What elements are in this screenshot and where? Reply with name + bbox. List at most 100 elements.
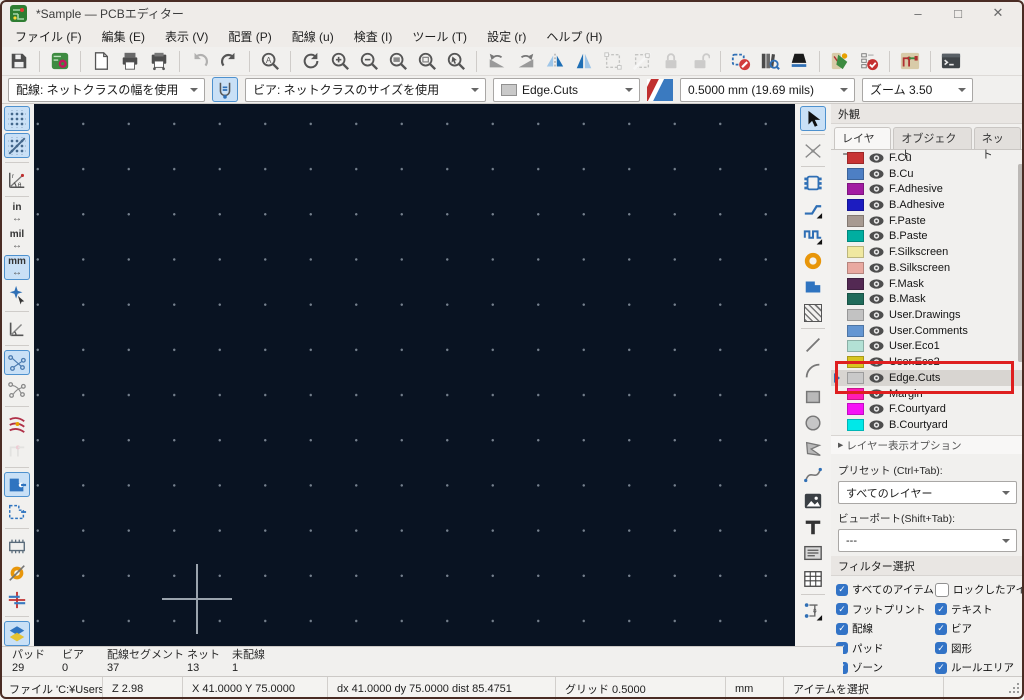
filter-item-6[interactable]: ✓パッド bbox=[836, 641, 935, 656]
menu-item-7[interactable]: 設定 (r) bbox=[477, 26, 536, 47]
via-size-select[interactable]: ビア: ネットクラスのサイズを使用 bbox=[245, 78, 486, 102]
menu-item-0[interactable]: ファイル (F) bbox=[5, 26, 92, 47]
tab-2[interactable]: ネット bbox=[974, 127, 1021, 149]
layer-color-swatch[interactable] bbox=[847, 183, 864, 195]
layer-color-swatch[interactable] bbox=[847, 356, 864, 368]
add-image-tool[interactable] bbox=[800, 488, 826, 513]
layer-row-B.Courtyard[interactable]: B.Courtyard bbox=[831, 417, 1024, 433]
add-footprint-tool[interactable] bbox=[800, 170, 826, 195]
dimension-tool[interactable] bbox=[800, 598, 826, 623]
filter-item-5[interactable]: ✓ビア bbox=[935, 621, 1024, 636]
page-settings-button[interactable] bbox=[88, 49, 114, 74]
rotate-ccw-button[interactable] bbox=[484, 49, 510, 74]
layer-row-B.Cu[interactable]: B.Cu bbox=[831, 166, 1024, 182]
update-pcb-from-schematic-button[interactable] bbox=[827, 49, 853, 74]
menu-item-5[interactable]: 検査 (I) bbox=[344, 26, 403, 47]
layer-row-F.Fab[interactable]: F.Fab bbox=[831, 433, 1024, 435]
filter-item-9[interactable]: ✓ルールエリア bbox=[935, 660, 1024, 675]
ratsnest-curved-toggle[interactable] bbox=[4, 377, 30, 402]
layer-visibility-eye-icon[interactable] bbox=[869, 231, 884, 241]
units-mm-toggle[interactable]: mm↔ bbox=[4, 255, 30, 280]
print-button[interactable] bbox=[117, 49, 143, 74]
sketch-tracks-toggle[interactable] bbox=[4, 587, 30, 612]
rotate-cw-button[interactable] bbox=[513, 49, 539, 74]
add-textbox-tool[interactable] bbox=[800, 540, 826, 565]
units-inches-toggle[interactable]: in↔ bbox=[4, 201, 30, 226]
layer-row-User.Comments[interactable]: User.Comments bbox=[831, 323, 1024, 339]
menu-item-6[interactable]: ツール (T) bbox=[402, 26, 477, 47]
zoom-to-objects-button[interactable] bbox=[414, 49, 440, 74]
layer-color-swatch[interactable] bbox=[847, 325, 864, 337]
layer-row-User.Eco1[interactable]: User.Eco1 bbox=[831, 339, 1024, 355]
layer-color-swatch[interactable] bbox=[847, 152, 864, 164]
polar-coordinates-toggle[interactable]: rθ bbox=[4, 167, 30, 192]
layer-visibility-eye-icon[interactable] bbox=[869, 357, 884, 367]
units-mils-toggle[interactable]: mil↔ bbox=[4, 228, 30, 253]
search-libraries-button[interactable] bbox=[757, 49, 783, 74]
layer-visibility-eye-icon[interactable] bbox=[869, 341, 884, 351]
ratsnest-visibility-toggle[interactable] bbox=[4, 350, 30, 375]
scripting-console-button[interactable] bbox=[938, 49, 964, 74]
draw-line-tool[interactable] bbox=[800, 332, 826, 357]
layer-row-F.Cu[interactable]: F.Cu bbox=[831, 150, 1024, 166]
layer-visibility-eye-icon[interactable] bbox=[869, 263, 884, 273]
layer-color-swatch[interactable] bbox=[847, 262, 864, 274]
layer-row-F.Silkscreen[interactable]: F.Silkscreen bbox=[831, 244, 1024, 260]
black-stamp-button[interactable] bbox=[786, 49, 812, 74]
layer-visibility-eye-icon[interactable] bbox=[869, 310, 884, 320]
draw-rectangle-tool[interactable] bbox=[800, 384, 826, 409]
layer-row-F.Mask[interactable]: F.Mask bbox=[831, 276, 1024, 292]
net-highlight-toggle[interactable] bbox=[4, 438, 30, 463]
layer-pair-indicator[interactable] bbox=[647, 79, 673, 101]
select-tool[interactable] bbox=[800, 106, 826, 131]
flip-horizontal-button[interactable] bbox=[542, 49, 568, 74]
active-layer-select[interactable]: Edge.Cuts bbox=[493, 78, 640, 102]
checkbox-unchecked-icon[interactable] bbox=[935, 583, 949, 597]
ratsnest-lines-toggle[interactable] bbox=[4, 411, 30, 436]
layer-visibility-eye-icon[interactable] bbox=[869, 169, 884, 179]
layer-color-swatch[interactable] bbox=[847, 419, 864, 431]
filter-item-1[interactable]: ロックしたアイテム bbox=[935, 582, 1024, 597]
checkbox-checked-icon[interactable]: ✓ bbox=[836, 603, 848, 615]
layer-color-swatch[interactable] bbox=[847, 246, 864, 258]
route-tracks-tool[interactable] bbox=[800, 196, 826, 221]
layer-row-User.Eco2[interactable]: User.Eco2 bbox=[831, 354, 1024, 370]
checkbox-checked-icon[interactable]: ✓ bbox=[935, 662, 947, 674]
filter-item-7[interactable]: ✓図形 bbox=[935, 641, 1024, 656]
zone-outline-display-toggle[interactable] bbox=[4, 499, 30, 524]
find-button[interactable]: A bbox=[257, 49, 283, 74]
layer-color-swatch[interactable] bbox=[847, 372, 864, 384]
filter-item-8[interactable]: ✓ゾーン bbox=[836, 660, 935, 675]
filter-item-0[interactable]: ✓すべてのアイテム bbox=[836, 582, 935, 597]
mirror-button[interactable] bbox=[571, 49, 597, 74]
add-table-tool[interactable] bbox=[800, 566, 826, 591]
layer-row-B.Paste[interactable]: B.Paste bbox=[831, 229, 1024, 245]
unlock-button[interactable] bbox=[687, 49, 713, 74]
layer-visibility-eye-icon[interactable] bbox=[869, 247, 884, 257]
group-button[interactable] bbox=[600, 49, 626, 74]
layer-color-swatch[interactable] bbox=[847, 309, 864, 321]
close-button[interactable]: ✕ bbox=[978, 0, 1018, 26]
board-setup-button[interactable] bbox=[47, 49, 73, 74]
zoom-fit-button[interactable] bbox=[385, 49, 411, 74]
tune-length-tool[interactable] bbox=[800, 222, 826, 247]
layer-row-F.Courtyard[interactable]: F.Courtyard bbox=[831, 402, 1024, 418]
checkbox-checked-icon[interactable]: ✓ bbox=[935, 642, 947, 654]
layer-color-swatch[interactable] bbox=[847, 278, 864, 290]
layer-row-B.Silkscreen[interactable]: B.Silkscreen bbox=[831, 260, 1024, 276]
layer-visibility-eye-icon[interactable] bbox=[869, 153, 884, 163]
undo-button[interactable] bbox=[187, 49, 213, 74]
add-via-tool[interactable] bbox=[800, 248, 826, 273]
layer-visibility-eye-icon[interactable] bbox=[869, 184, 884, 194]
draw-arc-tool[interactable] bbox=[800, 358, 826, 383]
filter-item-4[interactable]: ✓配線 bbox=[836, 621, 935, 636]
layer-display-options[interactable]: ▸ レイヤー表示オプション bbox=[831, 435, 1024, 454]
layer-color-swatch[interactable] bbox=[847, 199, 864, 211]
filter-item-3[interactable]: ✓テキスト bbox=[935, 602, 1024, 617]
layer-color-swatch[interactable] bbox=[847, 388, 864, 400]
refresh-view-button[interactable] bbox=[298, 49, 324, 74]
maximize-button[interactable]: □ bbox=[938, 0, 978, 26]
layer-row-B.Mask[interactable]: B.Mask bbox=[831, 291, 1024, 307]
layer-visibility-eye-icon[interactable] bbox=[869, 373, 884, 383]
viewport-select[interactable]: --- bbox=[838, 529, 1017, 552]
